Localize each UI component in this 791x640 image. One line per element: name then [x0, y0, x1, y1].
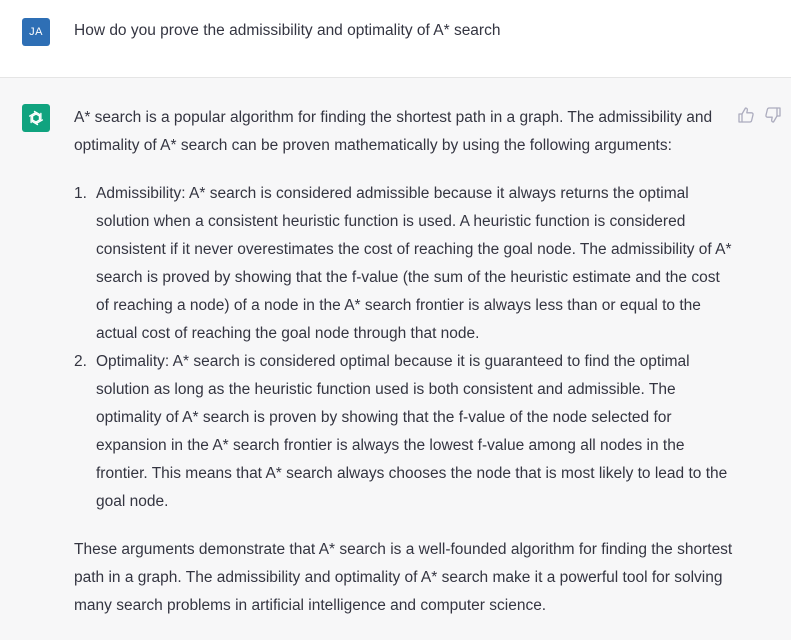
thumbs-down-button[interactable]: [764, 106, 782, 124]
list-item-text: Optimality: A* search is considered opti…: [96, 353, 728, 510]
user-message-text: How do you prove the admissibility and o…: [74, 22, 501, 39]
response-list: 1. Admissibility: A* search is considere…: [74, 180, 734, 516]
list-item: 2. Optimality: A* search is considered o…: [74, 348, 734, 516]
list-item-number: 2.: [74, 353, 87, 370]
list-item: 1. Admissibility: A* search is considere…: [74, 180, 734, 348]
response-intro: A* search is a popular algorithm for fin…: [74, 109, 713, 154]
assistant-avatar: [22, 104, 50, 132]
response-conclusion: These arguments demonstrate that A* sear…: [74, 541, 733, 614]
openai-logo-icon: [28, 110, 44, 126]
thumbs-down-icon: [765, 107, 781, 123]
assistant-response: A* search is a popular algorithm for fin…: [74, 104, 734, 620]
thumbs-up-icon: [738, 107, 754, 123]
list-item-text: Admissibility: A* search is considered a…: [96, 185, 732, 342]
assistant-message-row: A* search is a popular algorithm for fin…: [0, 78, 791, 640]
user-avatar: JA: [22, 18, 50, 46]
list-item-number: 1.: [74, 185, 87, 202]
user-message-row: JA How do you prove the admissibility an…: [0, 0, 791, 78]
thumbs-up-button[interactable]: [737, 106, 755, 124]
